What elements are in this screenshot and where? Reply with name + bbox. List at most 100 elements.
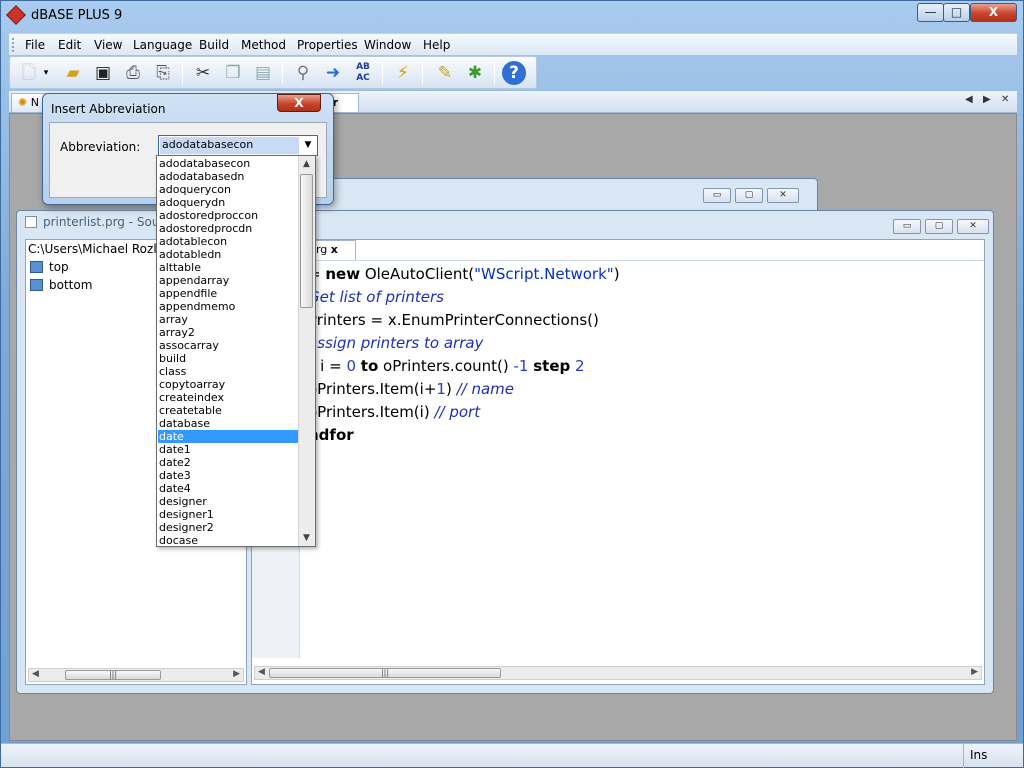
bg-close-button[interactable]: ✕ — [767, 188, 799, 203]
dropdown-option[interactable]: date3 — [158, 469, 298, 482]
application-window: dBASE PLUS 9 — □ X File Edit View Langua… — [0, 0, 1024, 768]
code-line[interactable]: Get list of printers — [308, 288, 444, 306]
dbase-logo-icon[interactable] — [6, 5, 26, 25]
code-line[interactable]: = new OleAutoClient("WScript.Network") — [308, 265, 620, 283]
abbreviation-selected-value[interactable]: adodatabasecon — [160, 137, 299, 154]
cut-icon[interactable]: ✂ — [190, 60, 216, 86]
dropdown-option[interactable]: array — [158, 313, 298, 326]
menu-edit[interactable]: Edit — [58, 38, 81, 52]
dropdown-option[interactable]: date1 — [158, 443, 298, 456]
bg-minimize-button[interactable]: ▭ — [703, 188, 731, 203]
tree-horizontal-scrollbar[interactable]: ◀ ||| ▶ — [28, 668, 244, 682]
dropdown-option[interactable]: array2 — [158, 326, 298, 339]
abbreviation-dropdown-list[interactable]: ▲ ▼ adodatabasecon adodatabasedn adoqueryc… — [156, 155, 316, 547]
code-line[interactable]: oPrinters.Item(i+1) // name — [308, 380, 514, 398]
code-line[interactable]: assign printers to array — [308, 334, 483, 352]
dropdown-option[interactable]: docase — [158, 534, 298, 547]
dropdown-option[interactable]: alttable — [158, 261, 298, 274]
dropdown-option[interactable]: assocarray — [158, 339, 298, 352]
close-button[interactable]: X — [970, 3, 1017, 22]
copy-icon[interactable]: ❐ — [220, 60, 246, 86]
find-icon[interactable]: ⚲ — [290, 60, 316, 86]
print-icon[interactable]: ⎙ — [120, 60, 146, 86]
print-preview-icon[interactable]: ⎘ — [150, 60, 176, 86]
dropdown-option[interactable]: adoquerycon — [158, 183, 298, 196]
menu-language[interactable]: Language — [133, 38, 192, 52]
new-file-icon[interactable]: 🗋 — [16, 60, 42, 86]
tree-item-top[interactable]: top — [30, 260, 69, 274]
editor-close-button[interactable]: ✕ — [957, 219, 989, 234]
design-icon[interactable]: ✎ — [432, 60, 458, 86]
dropdown-option[interactable]: designer1 — [158, 508, 298, 521]
dialog-close-button[interactable]: X — [277, 94, 321, 112]
scroll-thumb[interactable] — [300, 174, 313, 308]
find-next-icon[interactable]: ➜ — [320, 60, 346, 86]
paste-icon[interactable]: ▤ — [250, 60, 276, 86]
scroll-right-icon[interactable]: ▶ — [971, 667, 978, 677]
dropdown-option[interactable]: adostoredproccon — [158, 209, 298, 222]
scroll-right-icon[interactable]: ▶ — [233, 669, 240, 679]
dropdown-option[interactable]: adoquerydn — [158, 196, 298, 209]
open-folder-icon[interactable]: ▰ — [60, 60, 86, 86]
maximize-button[interactable]: □ — [943, 3, 970, 22]
code-editor-pane[interactable]: prg x = new OleAutoClient("WScript.Netwo… — [251, 239, 985, 685]
dropdown-option[interactable]: date4 — [158, 482, 298, 495]
dropdown-option[interactable]: designer2 — [158, 521, 298, 534]
code-line[interactable]: Printers = x.EnumPrinterConnections() — [308, 311, 599, 329]
dropdown-option[interactable]: class — [158, 365, 298, 378]
file-tab-close-icon[interactable]: x — [331, 243, 338, 256]
tab-scroll-right-icon[interactable]: ▶ — [983, 94, 991, 105]
editor-maximize-button[interactable]: ▢ — [925, 219, 953, 234]
dropdown-option[interactable]: database — [158, 417, 298, 430]
minimize-button[interactable]: — — [917, 3, 944, 22]
scroll-thumb[interactable]: ||| — [269, 668, 501, 678]
dropdown-option[interactable]: adotabledn — [158, 248, 298, 261]
dropdown-option[interactable]: appendfile — [158, 287, 298, 300]
dropdown-vertical-scrollbar[interactable]: ▲ ▼ — [298, 156, 315, 546]
debug-icon[interactable]: ✱ — [462, 60, 488, 86]
dropdown-option[interactable]: build — [158, 352, 298, 365]
menu-file[interactable]: File — [25, 38, 45, 52]
dropdown-option[interactable]: adotablecon — [158, 235, 298, 248]
tab-scroll-left-icon[interactable]: ◀ — [965, 94, 973, 105]
abbreviation-combobox[interactable]: adodatabasecon ▼ — [158, 135, 318, 156]
dropdown-option[interactable]: createindex — [158, 391, 298, 404]
menu-properties[interactable]: Properties — [297, 38, 358, 52]
tree-item-bottom[interactable]: bottom — [30, 278, 92, 292]
menu-window[interactable]: Window — [364, 38, 411, 52]
dropdown-option[interactable]: date2 — [158, 456, 298, 469]
dropdown-option[interactable]: createtable — [158, 404, 298, 417]
code-line[interactable]: oPrinters.Item(i) // port — [308, 403, 480, 421]
dropdown-option[interactable]: designer — [158, 495, 298, 508]
tab-close-icon[interactable]: ✕ — [1001, 94, 1009, 105]
dropdown-option[interactable]: adostoredprocdn — [158, 222, 298, 235]
menu-build[interactable]: Build — [199, 38, 229, 52]
scroll-left-icon[interactable]: ◀ — [258, 667, 265, 677]
run-icon[interactable]: ⚡ — [390, 60, 416, 86]
code-token: // name — [456, 380, 514, 398]
editor-minimize-button[interactable]: ▭ — [893, 219, 921, 234]
scroll-thumb[interactable]: ||| — [65, 670, 161, 680]
dropdown-option[interactable]: adodatabasedn — [158, 170, 298, 183]
code-area[interactable]: = new OleAutoClient("WScript.Network") G… — [252, 260, 984, 658]
chevron-down-icon[interactable]: ▼ — [300, 137, 316, 154]
scroll-left-icon[interactable]: ◀ — [32, 669, 39, 679]
dropdown-option[interactable]: copytoarray — [158, 378, 298, 391]
scroll-up-icon[interactable]: ▲ — [303, 159, 310, 169]
code-line[interactable]: r i = 0 to oPrinters.count() -1 step 2 — [308, 357, 585, 375]
dropdown-option[interactable]: appendarray — [158, 274, 298, 287]
bg-maximize-button[interactable]: ▢ — [735, 188, 763, 203]
menu-method[interactable]: Method — [241, 38, 286, 52]
dropdown-option[interactable]: date — [158, 430, 298, 443]
new-dropdown-icon[interactable]: ▾ — [40, 60, 52, 86]
save-icon[interactable]: ▣ — [90, 60, 116, 86]
replace-icon[interactable]: AB AC — [350, 60, 376, 86]
editor-horizontal-scrollbar[interactable]: ◀ ||| ▶ — [254, 666, 982, 680]
dropdown-option[interactable]: appendmemo — [158, 300, 298, 313]
menu-view[interactable]: View — [94, 38, 122, 52]
help-icon[interactable]: ? — [502, 61, 526, 85]
dropdown-option[interactable]: adodatabasecon — [158, 157, 298, 170]
menu-grip[interactable] — [12, 38, 15, 52]
scroll-down-icon[interactable]: ▼ — [303, 533, 310, 543]
menu-help[interactable]: Help — [423, 38, 450, 52]
